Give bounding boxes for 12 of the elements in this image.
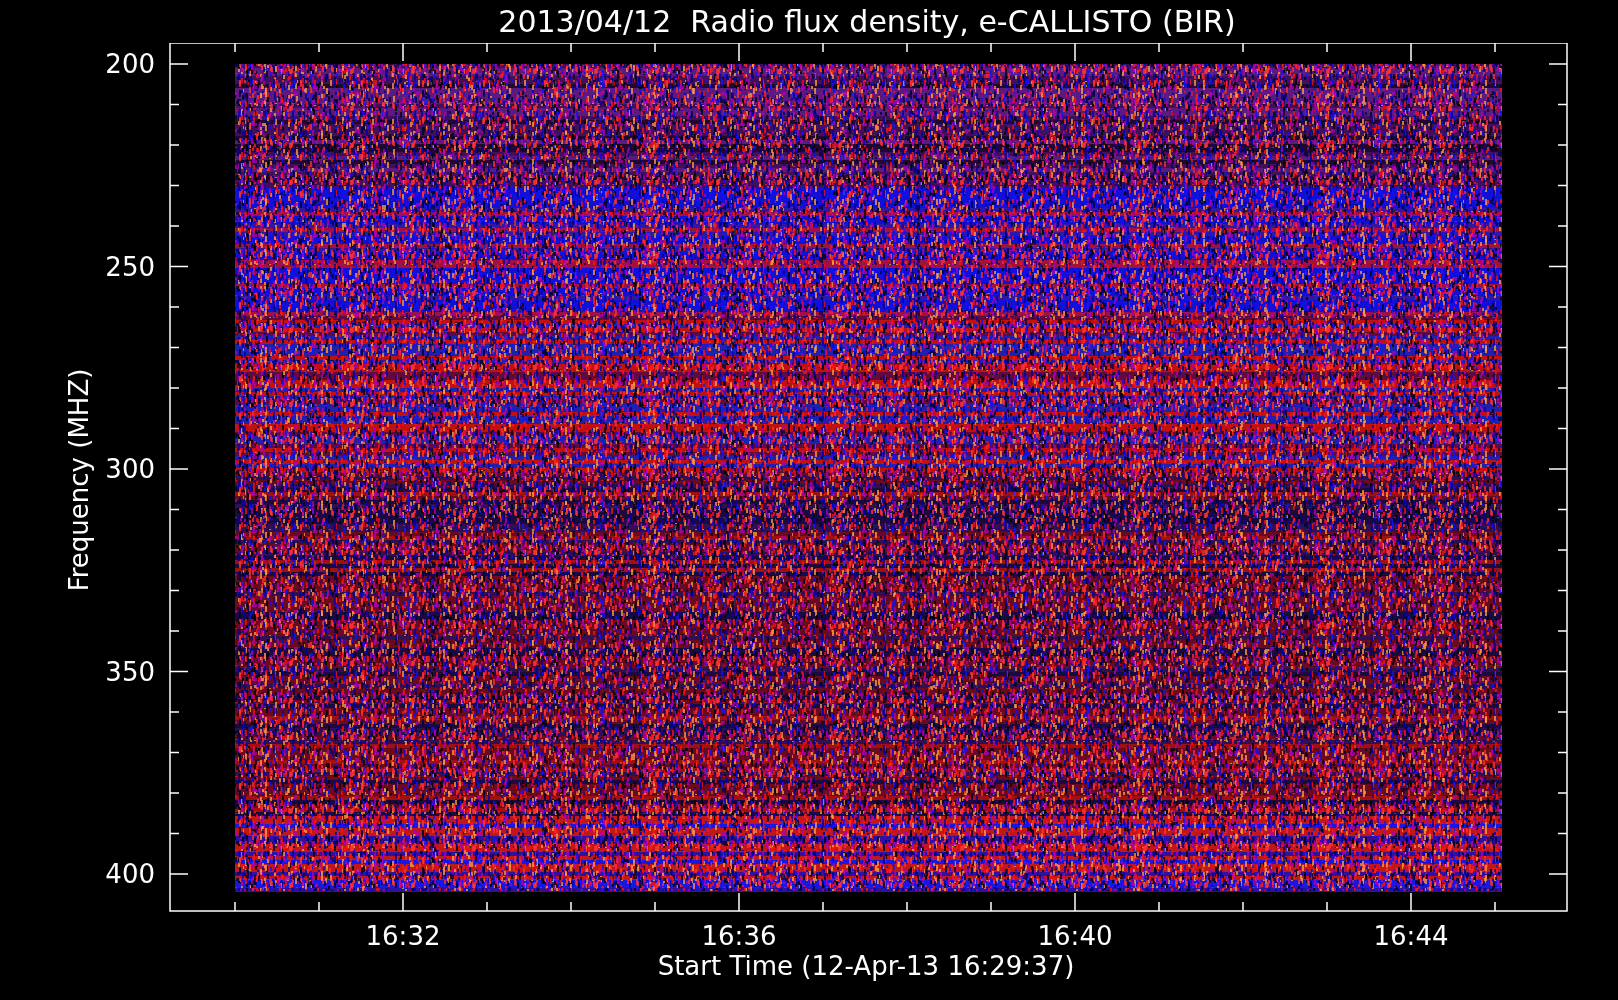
tick-label: 250: [105, 251, 155, 282]
tick-label: 350: [105, 656, 155, 687]
tick-label: 200: [105, 49, 155, 79]
tick-label: 16:44: [1373, 921, 1449, 951]
chart-title: 2013/04/12 Radio flux density, e-CALLISTO (BIR): [498, 4, 1236, 39]
tick-label: 16:36: [701, 921, 777, 951]
tick-label: 300: [105, 454, 155, 484]
tick-label: 16:40: [1037, 921, 1113, 951]
tick-label: 16:32: [365, 921, 441, 951]
tick-label: 400: [105, 859, 155, 889]
y-axis-label: Frequency (MHZ): [64, 368, 94, 592]
x-axis-label: Start Time (12-Apr-13 16:29:37): [657, 951, 1075, 981]
